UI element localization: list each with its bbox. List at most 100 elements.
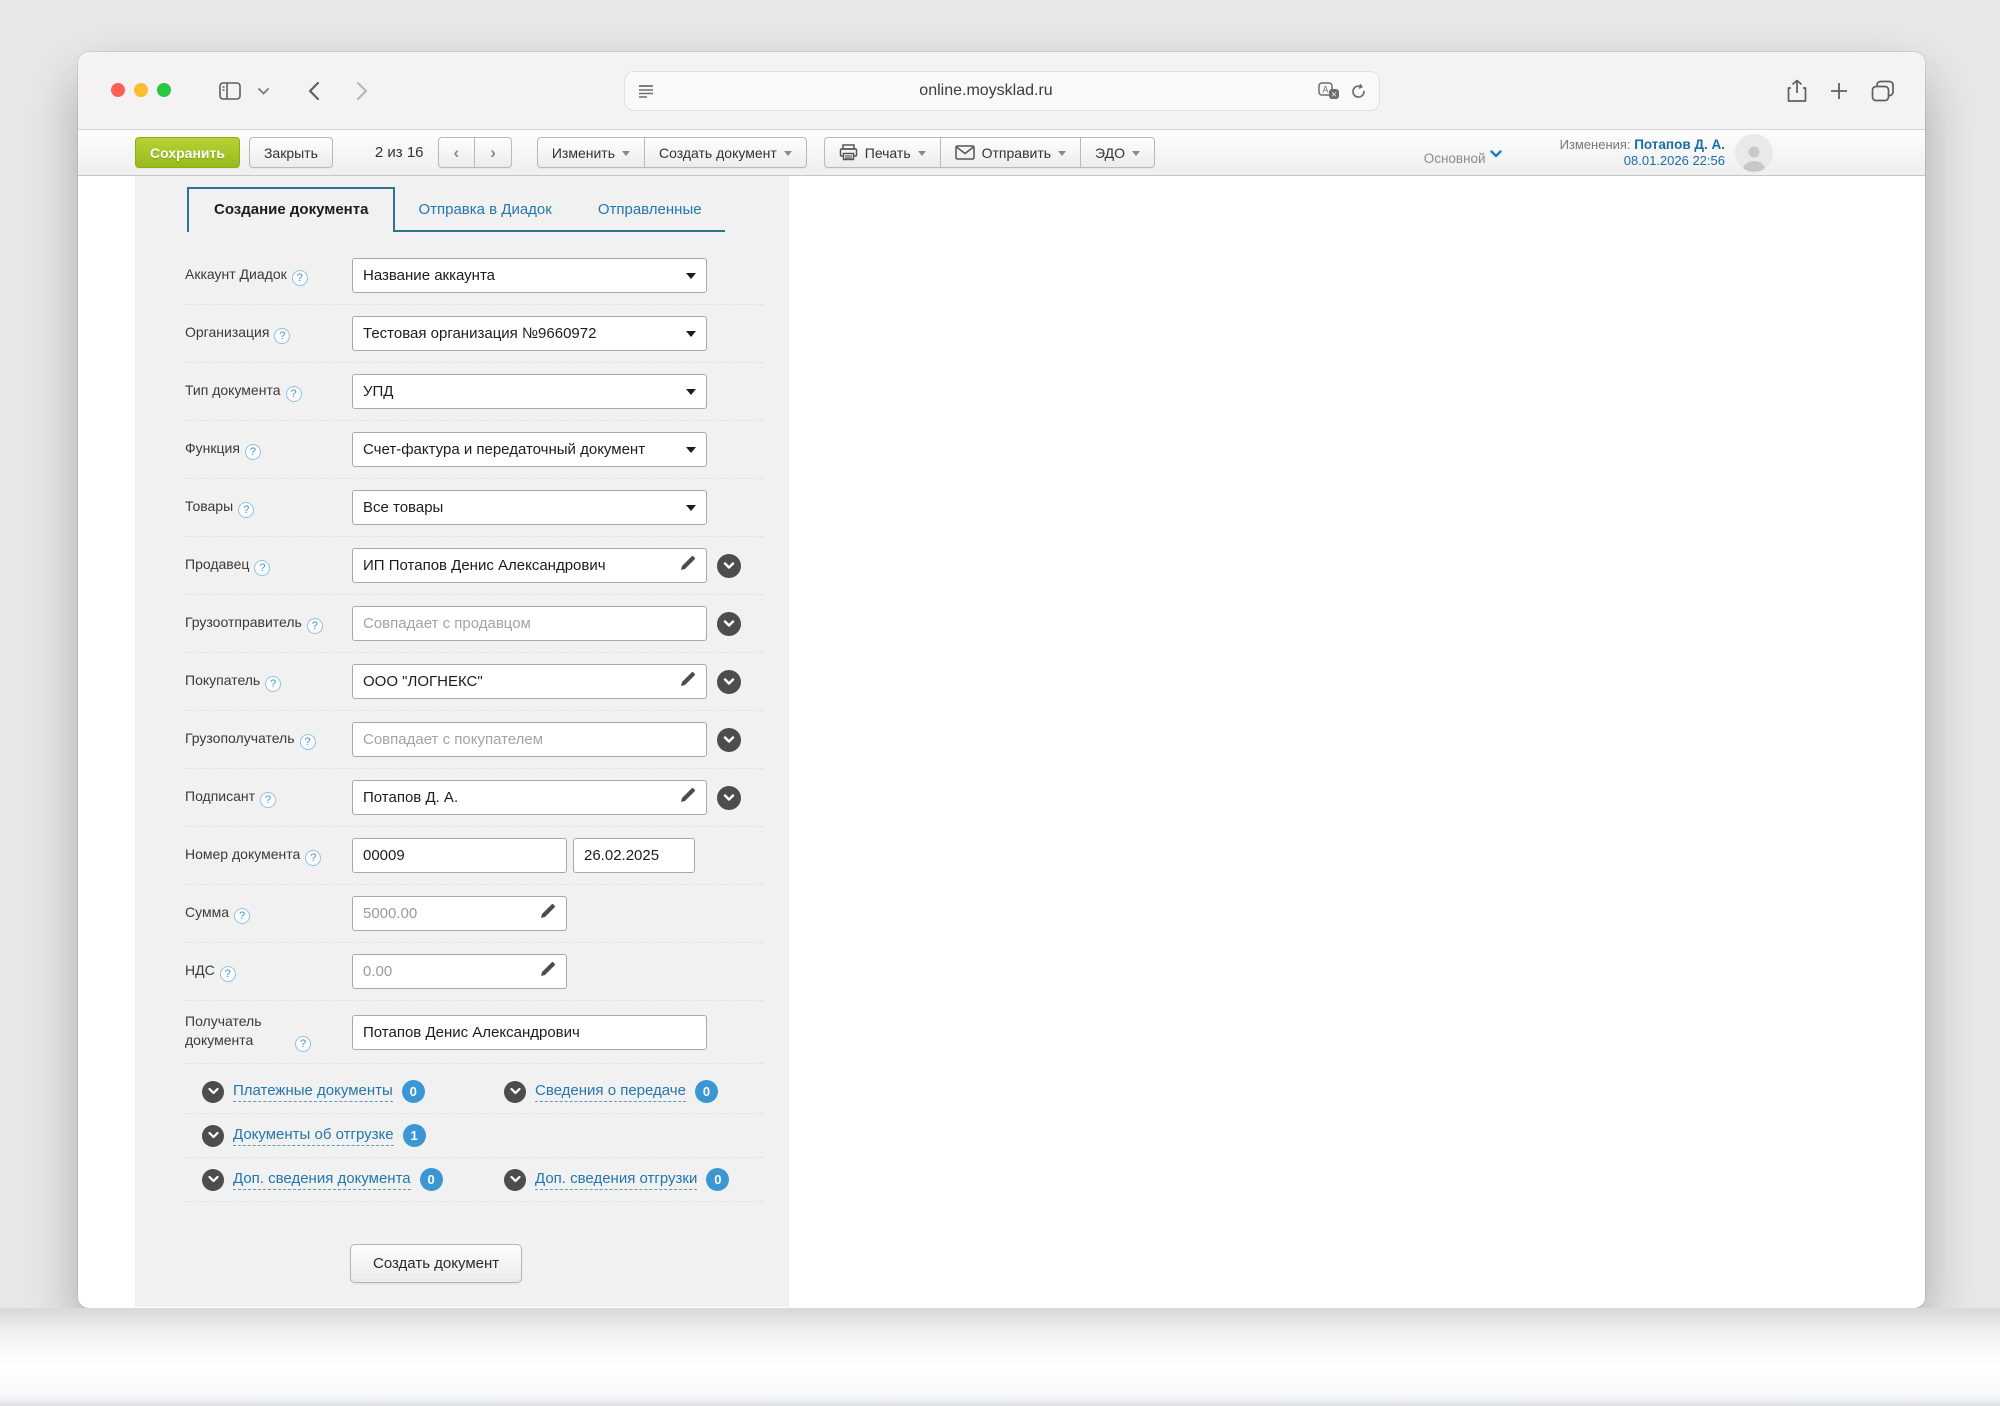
changes-author-link[interactable]: Потапов Д. А.	[1634, 137, 1725, 152]
tab-create-document[interactable]: Создание документа	[187, 187, 395, 232]
buyer-input[interactable]	[363, 665, 673, 698]
section-link[interactable]: Платежные документы	[233, 1082, 393, 1102]
edit-pencil-icon[interactable]	[679, 787, 696, 808]
print-button[interactable]: Печать	[824, 137, 941, 168]
expand-consignor-button[interactable]	[717, 612, 741, 636]
next-document-button[interactable]: ›	[475, 137, 512, 168]
expand-section-icon[interactable]	[504, 1169, 526, 1191]
close-button[interactable]: Закрыть	[249, 137, 333, 168]
consignee-input[interactable]	[363, 723, 696, 756]
help-icon[interactable]: ?	[305, 850, 321, 866]
close-window-button[interactable]	[111, 83, 125, 97]
view-selector[interactable]: Основной	[1424, 140, 1502, 166]
field-label: Функция	[185, 440, 240, 456]
help-icon[interactable]: ?	[274, 328, 290, 344]
share-icon[interactable]	[1787, 79, 1807, 103]
tab-bar: Создание документа Отправка в Диадок Отп…	[187, 187, 789, 232]
reload-icon[interactable]	[1350, 83, 1367, 100]
back-icon[interactable]	[290, 81, 338, 101]
document-date-field	[573, 838, 695, 873]
document-number-input[interactable]	[363, 839, 556, 872]
help-icon[interactable]: ?	[245, 444, 261, 460]
help-icon[interactable]: ?	[300, 734, 316, 750]
envelope-icon	[955, 145, 975, 160]
help-icon[interactable]: ?	[307, 618, 323, 634]
field-label: Грузоотправитель	[185, 614, 302, 630]
address-bar[interactable]: online.moysklad.ru A✕	[624, 71, 1380, 111]
links-row: Доп. сведения документа 0 Доп. сведения …	[185, 1158, 763, 1202]
help-icon[interactable]: ?	[265, 676, 281, 692]
new-tab-icon[interactable]	[1829, 81, 1849, 101]
signer-input[interactable]	[363, 781, 673, 814]
form-row: Грузополучатель?	[185, 711, 763, 769]
section-link[interactable]: Доп. сведения отгрузки	[535, 1170, 697, 1190]
chevron-down-icon	[918, 151, 926, 156]
document-date-input[interactable]	[584, 839, 684, 872]
help-icon[interactable]: ?	[234, 908, 250, 924]
edit-button[interactable]: Изменить	[537, 137, 645, 168]
sidebar-toggle-icon[interactable]	[210, 82, 250, 100]
count-badge: 0	[706, 1168, 729, 1191]
help-icon[interactable]: ?	[220, 966, 236, 982]
expand-seller-button[interactable]	[717, 554, 741, 578]
function-select[interactable]: Счет-фактура и передаточный документ	[352, 432, 707, 467]
diadoc-account-select[interactable]: Название аккаунта	[352, 258, 707, 293]
minimize-window-button[interactable]	[134, 83, 148, 97]
field-label: Товары	[185, 498, 233, 514]
help-icon[interactable]: ?	[254, 560, 270, 576]
forward-icon[interactable]	[338, 81, 386, 101]
edit-pencil-icon[interactable]	[679, 555, 696, 576]
svg-text:A: A	[1322, 86, 1329, 96]
seller-input[interactable]	[363, 549, 673, 582]
create-document-menu-button[interactable]: Создать документ	[645, 137, 807, 168]
edit-pencil-icon[interactable]	[539, 903, 556, 924]
expand-section-icon[interactable]	[202, 1169, 224, 1191]
consignor-input[interactable]	[363, 607, 696, 640]
form-row: Аккаунт Диадок? Название аккаунта	[185, 247, 763, 305]
organization-select[interactable]: Тестовая организация №9660972	[352, 316, 707, 351]
expand-section-icon[interactable]	[202, 1081, 224, 1103]
help-icon[interactable]: ?	[286, 386, 302, 402]
help-icon[interactable]: ?	[292, 270, 308, 286]
goods-select[interactable]: Все товары	[352, 490, 707, 525]
expand-section-icon[interactable]	[504, 1081, 526, 1103]
tab-sent[interactable]: Отправленные	[575, 189, 725, 232]
edit-pencil-icon[interactable]	[539, 961, 556, 982]
zoom-window-button[interactable]	[157, 83, 171, 97]
send-button[interactable]: Отправить	[941, 137, 1081, 168]
links-row: Документы об отгрузке 1	[185, 1114, 763, 1158]
sum-input[interactable]	[363, 897, 533, 930]
expand-section-icon[interactable]	[202, 1125, 224, 1147]
form-row: Товары? Все товары	[185, 479, 763, 537]
save-button[interactable]: Сохранить	[135, 137, 240, 168]
tab-overview-icon[interactable]	[1871, 80, 1895, 102]
expand-signer-button[interactable]	[717, 786, 741, 810]
edo-button[interactable]: ЭДО	[1081, 137, 1155, 168]
section-link[interactable]: Сведения о передаче	[535, 1082, 686, 1102]
help-icon[interactable]: ?	[295, 1036, 311, 1052]
form-row: Покупатель?	[185, 653, 763, 711]
reader-icon[interactable]	[637, 84, 655, 99]
section-payment-documents: Платежные документы 0	[202, 1080, 504, 1103]
form-row: Подписант?	[185, 769, 763, 827]
count-badge: 1	[403, 1124, 426, 1147]
prev-document-button[interactable]: ‹	[438, 137, 476, 168]
url-text[interactable]: online.moysklad.ru	[655, 82, 1318, 100]
section-link[interactable]: Документы об отгрузке	[233, 1126, 394, 1146]
expand-buyer-button[interactable]	[717, 670, 741, 694]
form-row: Продавец?	[185, 537, 763, 595]
sidebar-chevron-icon[interactable]	[250, 88, 276, 95]
document-type-select[interactable]: УПД	[352, 374, 707, 409]
translate-icon[interactable]: A✕	[1318, 82, 1340, 100]
create-document-submit-button[interactable]: Создать документ	[350, 1244, 522, 1283]
avatar[interactable]	[1735, 134, 1773, 172]
expand-consignee-button[interactable]	[717, 728, 741, 752]
edit-pencil-icon[interactable]	[679, 671, 696, 692]
vat-input[interactable]	[363, 955, 533, 988]
document-recipient-input[interactable]	[363, 1016, 696, 1049]
help-icon[interactable]: ?	[238, 502, 254, 518]
help-icon[interactable]: ?	[260, 792, 276, 808]
section-link[interactable]: Доп. сведения документа	[233, 1170, 411, 1190]
document-recipient-field	[352, 1015, 707, 1050]
tab-send-to-diadoc[interactable]: Отправка в Диадок	[395, 189, 574, 232]
